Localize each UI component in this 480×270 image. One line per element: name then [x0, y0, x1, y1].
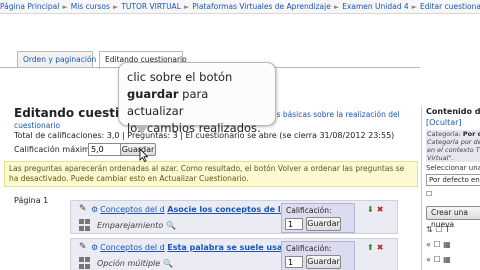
help-link-continued[interactable]: cuestionario	[14, 121, 60, 130]
breadcrumb-separator: ►	[112, 3, 119, 11]
checkbox-icon[interactable]: ☐	[426, 190, 432, 198]
question-grade-box: Calificación: Guardar	[281, 241, 355, 270]
question-category-link[interactable]: Conceptos del d	[100, 205, 165, 214]
select-category-label: Seleccionar una c	[426, 164, 480, 172]
breadcrumb-separator: ►	[183, 3, 190, 11]
question-type-line: Emparejamiento 🔍	[97, 221, 176, 230]
breadcrumb-course[interactable]: TUTOR VIRTUAL	[121, 2, 181, 11]
callout-bold-word: guardar	[127, 87, 179, 101]
callout-pointer	[136, 125, 148, 135]
mouse-cursor-icon	[139, 148, 149, 162]
settings-icon[interactable]: ⚙	[91, 243, 98, 252]
question-order-controls: ⬇ ✖	[367, 205, 383, 214]
question-category-link[interactable]: Conceptos del d	[100, 243, 165, 252]
question-type-icon: ▦	[443, 240, 451, 249]
save-max-grade-button[interactable]: Guardar	[120, 143, 156, 156]
breadcrumb-separator: ►	[411, 3, 418, 11]
bank-list-row: « ☐ ▦	[426, 255, 451, 264]
instruction-callout: clic sobre el botón guardar para actuali…	[118, 62, 276, 135]
question-type: Emparejamiento	[97, 221, 164, 230]
category-desc-2: en el contexto T	[427, 146, 480, 154]
preview-icon[interactable]: 🔍	[163, 259, 173, 268]
question-title-link[interactable]: Esta palabra se suele usa...	[167, 243, 281, 252]
question-grade-box: Calificación: Guardar	[281, 203, 355, 233]
question-grade-label: Calificación:	[286, 206, 332, 215]
question-grade-input[interactable]	[285, 256, 303, 268]
breadcrumb-home[interactable]: Página Principal	[0, 2, 59, 11]
edit-question-icon[interactable]: ✎	[79, 204, 87, 214]
category-desc-1: Categoría por de	[427, 138, 480, 146]
category-desc-3: Virtual".	[427, 154, 454, 162]
add-to-quiz-icon[interactable]: «	[426, 255, 431, 264]
category-select[interactable]: Por defecto en T	[426, 174, 480, 186]
type-sort-icon[interactable]: T	[445, 225, 450, 234]
preview-icon[interactable]: 🔍	[166, 221, 176, 230]
max-grade-label: Calificación máxima	[14, 145, 95, 154]
breadcrumb: Página Principal ► Mis cursos ► TUTOR VIRTUA…	[0, 0, 480, 14]
breadcrumb-separator: ►	[62, 3, 68, 11]
question-title-line: ⚙ Conceptos del d Esta palabra se suele u…	[91, 243, 281, 252]
question-slot: ✎ ⚙ Conceptos del d Esta palabra se suele…	[70, 238, 398, 270]
question-title-line: ⚙ Conceptos del d Asocie los conceptos de…	[91, 205, 281, 214]
callout-line-1: clic sobre el botón	[127, 70, 233, 84]
sort-icon[interactable]: ⇅	[426, 225, 433, 234]
breadcrumb-current[interactable]: Editar cuestionario	[420, 2, 480, 11]
breadcrumb-section[interactable]: Plataformas Virtuales de Aprendizaje	[192, 2, 331, 11]
category-info: Categoría: Por c Categoría por de en el …	[426, 130, 480, 162]
bank-list-header: ⇅ ☐ T	[426, 225, 450, 234]
checkbox-icon[interactable]: ☐	[433, 255, 440, 264]
multiple-choice-question-icon	[79, 257, 91, 269]
category-checkbox-row: ☐	[426, 190, 432, 198]
question-type-icon: ▦	[443, 255, 451, 264]
page-number-label: Página 1	[14, 196, 49, 205]
question-grade-input[interactable]	[285, 218, 303, 230]
question-type: Opción múltiple	[97, 259, 161, 268]
category-value: Por c	[462, 130, 480, 138]
question-bank-heading: Contenido de	[426, 107, 480, 116]
category-label: Categoría:	[427, 130, 461, 138]
matching-question-icon	[79, 219, 91, 231]
add-to-quiz-icon[interactable]: «	[426, 240, 431, 249]
checkbox-icon[interactable]: ☐	[435, 225, 442, 234]
question-order-controls: ⬆ ✖	[367, 243, 383, 252]
question-title-link[interactable]: Asocie los conceptos de l...	[167, 205, 281, 214]
random-order-notice: Las preguntas aparecerán ordenadas al az…	[4, 161, 418, 187]
breadcrumb-separator: ►	[333, 3, 340, 11]
checkbox-icon[interactable]: ☐	[433, 240, 440, 249]
save-question-grade-button[interactable]: Guardar	[306, 255, 341, 269]
move-up-icon[interactable]: ⬆	[367, 243, 374, 252]
bank-list-row: « ☐ ▦	[426, 240, 451, 249]
hide-panel-link[interactable]: [Ocultar]	[426, 118, 462, 127]
question-bank-panel: Contenido de [Ocultar] Categoría: Por c …	[421, 107, 480, 270]
breadcrumb-my-courses[interactable]: Mis cursos	[71, 2, 110, 11]
delete-icon[interactable]: ✖	[377, 243, 384, 252]
delete-icon[interactable]: ✖	[377, 205, 384, 214]
question-slot: ✎ ⚙ Conceptos del d Asocie los conceptos …	[70, 200, 398, 234]
create-new-question-button[interactable]: Crear una nueva	[426, 206, 480, 229]
question-grade-label: Calificación:	[286, 244, 332, 253]
breadcrumb-quiz[interactable]: Examen Unidad 4	[342, 2, 408, 11]
settings-icon[interactable]: ⚙	[91, 205, 98, 214]
edit-question-icon[interactable]: ✎	[79, 242, 87, 252]
move-down-icon[interactable]: ⬇	[367, 205, 374, 214]
help-link[interactable]: as básicas sobre la realización del	[272, 110, 400, 119]
question-type-line: Opción múltiple 🔍	[97, 259, 173, 268]
tab-order-pagination[interactable]: Orden y paginación	[17, 51, 96, 68]
save-question-grade-button[interactable]: Guardar	[306, 217, 341, 231]
